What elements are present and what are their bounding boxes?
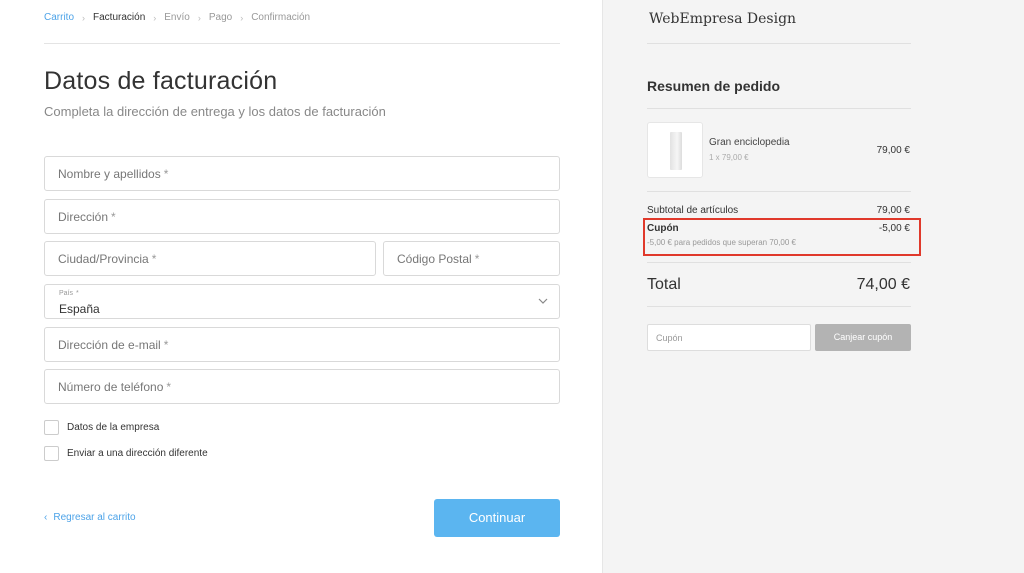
subtotal-label: Subtotal de artículos xyxy=(647,205,739,216)
address-field[interactable]: Dirección * xyxy=(44,199,560,234)
redeem-coupon-button[interactable]: Canjear cupón xyxy=(815,324,911,351)
divider xyxy=(647,306,911,307)
brand-logo: WebEmpresa Design xyxy=(649,11,797,27)
different-address-checkbox-row: Enviar a una dirección diferente xyxy=(44,446,208,461)
postal-code-field[interactable]: Código Postal * xyxy=(383,241,560,276)
coupon-description: -5,00 € para pedidos que superan 70,00 € xyxy=(647,238,797,247)
chevron-left-icon: ‹ xyxy=(44,512,48,523)
chevron-down-icon xyxy=(538,298,548,304)
address-placeholder: Dirección * xyxy=(58,210,116,224)
company-checkbox-row: Datos de la empresa xyxy=(44,420,159,435)
coupon-input-placeholder: Cupón xyxy=(656,333,683,343)
phone-placeholder: Número de teléfono * xyxy=(58,380,172,394)
country-select[interactable]: País * España xyxy=(44,284,560,319)
coupon-label: Cupón xyxy=(647,223,679,234)
breadcrumb-confirmacion: Confirmación xyxy=(251,12,311,23)
chevron-right-icon: › xyxy=(197,12,201,23)
book-image xyxy=(670,132,682,170)
country-value: España xyxy=(59,302,100,316)
continue-button[interactable]: Continuar xyxy=(434,499,560,537)
name-placeholder: Nombre y apellidos * xyxy=(58,167,169,181)
divider xyxy=(647,191,911,192)
company-checkbox-label: Datos de la empresa xyxy=(67,422,160,433)
city-placeholder: Ciudad/Provincia * xyxy=(58,252,157,266)
page-title: Datos de facturación xyxy=(44,67,278,95)
order-summary-panel: WebEmpresa Design Resumen de pedido Gran… xyxy=(602,0,1024,573)
coupon-input[interactable]: Cupón xyxy=(647,324,811,351)
coupon-value: -5,00 € xyxy=(878,223,910,234)
divider xyxy=(44,43,560,44)
breadcrumb: Carrito › Facturación › Envío › Pago › C… xyxy=(44,12,310,23)
product-name: Gran enciclopedia xyxy=(709,137,790,148)
email-placeholder: Dirección de e-mail * xyxy=(58,338,169,352)
city-field[interactable]: Ciudad/Provincia * xyxy=(44,241,376,276)
product-image xyxy=(647,122,703,178)
breadcrumb-envio: Envío xyxy=(164,12,190,23)
summary-title: Resumen de pedido xyxy=(647,78,781,94)
breadcrumb-carrito[interactable]: Carrito xyxy=(44,12,74,23)
company-checkbox[interactable] xyxy=(44,420,59,435)
different-address-checkbox-label: Enviar a una dirección diferente xyxy=(67,448,208,459)
name-field[interactable]: Nombre y apellidos * xyxy=(44,156,560,191)
chevron-right-icon: › xyxy=(153,12,157,23)
phone-field[interactable]: Número de teléfono * xyxy=(44,369,560,404)
page-subtitle: Completa la dirección de entrega y los d… xyxy=(44,104,386,119)
chevron-right-icon: › xyxy=(82,12,86,23)
divider xyxy=(647,262,911,263)
subtotal-value: 79,00 € xyxy=(876,205,910,216)
product-quantity: 1 x 79,00 € xyxy=(709,153,749,162)
total-label: Total xyxy=(647,276,681,293)
breadcrumb-pago: Pago xyxy=(208,12,233,23)
back-to-cart-label: Regresar al carrito xyxy=(53,512,136,523)
chevron-right-icon: › xyxy=(240,12,244,23)
back-to-cart-link[interactable]: ‹ Regresar al carrito xyxy=(44,512,136,523)
divider xyxy=(647,108,911,109)
product-price: 79,00 € xyxy=(876,145,910,156)
breadcrumb-facturacion: Facturación xyxy=(93,12,146,23)
billing-panel: Carrito › Facturación › Envío › Pago › C… xyxy=(0,0,602,573)
different-address-checkbox[interactable] xyxy=(44,446,59,461)
email-field[interactable]: Dirección de e-mail * xyxy=(44,327,560,362)
postal-code-placeholder: Código Postal * xyxy=(397,252,480,266)
divider xyxy=(647,43,911,44)
total-value: 74,00 € xyxy=(856,276,910,293)
country-label: País * xyxy=(59,290,79,297)
